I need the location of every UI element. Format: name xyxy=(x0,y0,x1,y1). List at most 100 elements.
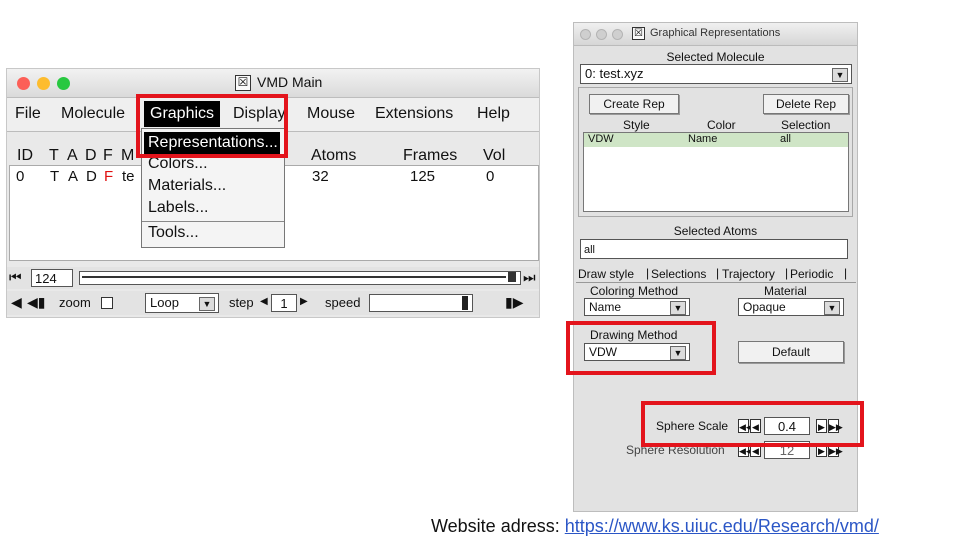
playback-controls: ◀ ◀▮ zoom Loop ▼ step ◀ 1 ▶ speed ▮▶ xyxy=(7,291,539,315)
molecule-select[interactable]: 0: test.xyz ▼ xyxy=(580,64,852,84)
rep-selection: all xyxy=(780,133,792,145)
menu-mouse[interactable]: Mouse xyxy=(307,105,355,123)
col-frames: Frames xyxy=(403,147,458,164)
maximize-window-button[interactable] xyxy=(57,77,70,90)
menu-molecule[interactable]: Molecule xyxy=(61,105,125,123)
row-flag-f[interactable]: F xyxy=(104,168,113,185)
material-select[interactable]: Opaque ▼ xyxy=(738,298,844,316)
col-style: Style xyxy=(623,118,650,132)
col-vol: Vol xyxy=(483,147,506,164)
col-flag-f: F xyxy=(103,147,113,164)
maximize-window-button[interactable] xyxy=(612,29,623,40)
row-flag-t[interactable]: T xyxy=(50,168,59,185)
default-button[interactable]: Default xyxy=(738,341,844,363)
chevron-down-icon: ▼ xyxy=(824,301,840,315)
menu-help[interactable]: Help xyxy=(477,105,510,123)
col-atoms: Atoms xyxy=(311,147,357,164)
col-flag-t: T xyxy=(49,147,59,164)
col-flag-a: A xyxy=(67,147,78,164)
zoom-checkbox[interactable] xyxy=(101,297,113,309)
window-title: VMD Main xyxy=(257,74,323,90)
menu-separator xyxy=(142,221,284,222)
slider-handle[interactable] xyxy=(508,272,516,282)
highlight-drawing-method xyxy=(566,321,716,375)
jump-end-icon[interactable]: ⏭ xyxy=(523,268,536,286)
step-forward-icon[interactable]: ▮▶ xyxy=(505,293,523,311)
rep-color: Name xyxy=(688,133,718,145)
chevron-down-icon: ▼ xyxy=(832,68,848,82)
col-id: ID xyxy=(17,147,33,164)
reps-list[interactable]: VDW Name all xyxy=(583,132,849,212)
row-vol: 0 xyxy=(486,168,495,185)
row-atoms: 32 xyxy=(312,168,329,185)
menu-item-labels[interactable]: Labels... xyxy=(148,199,208,217)
tab-draw-style[interactable]: Draw style xyxy=(578,267,634,281)
selected-atoms-label: Selected Atoms xyxy=(673,224,758,238)
website-caption-prefix: Website adress: xyxy=(431,516,565,536)
minimize-window-button[interactable] xyxy=(37,77,50,90)
row-id: 0 xyxy=(16,168,25,185)
rep-style: VDW xyxy=(588,133,614,145)
row-molecule-name[interactable]: te xyxy=(122,168,135,185)
menu-file[interactable]: File xyxy=(15,105,41,123)
tab-periodic[interactable]: Periodic xyxy=(790,267,833,281)
chevron-down-icon: ▼ xyxy=(670,301,686,315)
material-label: Material xyxy=(764,284,807,298)
col-flag-d: D xyxy=(85,147,97,164)
close-window-button[interactable] xyxy=(580,29,591,40)
rep-window-title: Graphical Representations xyxy=(650,27,781,39)
zoom-label: zoom xyxy=(59,295,91,310)
tab-divider: | xyxy=(646,266,650,280)
col-flag-m: M xyxy=(121,147,135,164)
play-reverse-icon[interactable]: ◀ xyxy=(11,293,22,311)
frame-slider-row: ⏮ 124 ⏭ xyxy=(7,267,539,289)
tab-selections[interactable]: Selections xyxy=(651,267,706,281)
menu-extensions[interactable]: Extensions xyxy=(375,105,453,123)
speed-label: speed xyxy=(325,295,361,310)
selected-atoms-input[interactable]: all xyxy=(580,239,848,259)
step-label: step xyxy=(229,295,254,310)
highlight-graphics-menu xyxy=(136,94,288,158)
chevron-down-icon: ▼ xyxy=(199,297,215,311)
col-selection: Selection xyxy=(781,118,831,132)
step-input[interactable]: 1 xyxy=(271,294,297,312)
x11-icon: ☒ xyxy=(235,75,251,91)
selected-molecule-label: Selected Molecule xyxy=(666,50,765,64)
delete-rep-button[interactable]: Delete Rep xyxy=(763,94,849,114)
jump-start-icon[interactable]: ⏮ xyxy=(9,268,22,286)
frame-input[interactable]: 124 xyxy=(31,269,73,287)
step-back-icon[interactable]: ◀▮ xyxy=(27,293,45,311)
create-rep-button[interactable]: Create Rep xyxy=(589,94,679,114)
minimize-window-button[interactable] xyxy=(596,29,607,40)
coloring-method-value: Name xyxy=(589,300,622,314)
row-flag-d[interactable]: D xyxy=(86,168,97,185)
speed-handle[interactable] xyxy=(462,296,468,310)
loop-select[interactable]: Loop ▼ xyxy=(145,293,219,313)
coloring-method-label: Coloring Method xyxy=(590,284,679,298)
row-flag-a[interactable]: A xyxy=(68,168,78,185)
website-link[interactable]: https://www.ks.uiuc.edu/Research/vmd/ xyxy=(565,516,879,536)
tab-trajectory[interactable]: Trajectory xyxy=(722,267,775,281)
step-decrease-icon[interactable]: ◀ xyxy=(260,293,268,311)
tab-divider: | xyxy=(785,266,789,280)
tab-divider: | xyxy=(844,266,848,280)
rep-titlebar[interactable]: ☒ Graphical Representations xyxy=(574,23,857,46)
close-window-button[interactable] xyxy=(17,77,30,90)
molecule-value: 0: test.xyz xyxy=(585,66,644,81)
x11-icon: ☒ xyxy=(632,27,645,40)
step-increase-icon[interactable]: ▶ xyxy=(300,293,308,311)
rep-row-selected[interactable]: VDW Name all xyxy=(584,133,848,147)
menu-item-materials[interactable]: Materials... xyxy=(148,177,226,195)
row-frames: 125 xyxy=(410,168,436,185)
highlight-sphere-scale xyxy=(641,401,864,447)
slider-track xyxy=(82,276,506,278)
loop-value: Loop xyxy=(150,295,179,310)
menu-item-tools[interactable]: Tools... xyxy=(148,224,199,242)
website-caption: Website adress: https://www.ks.uiuc.edu/… xyxy=(431,516,879,537)
material-value: Opaque xyxy=(743,300,786,314)
col-color: Color xyxy=(707,118,736,132)
coloring-method-select[interactable]: Name ▼ xyxy=(584,298,690,316)
tab-bar: Draw style | Selections | Trajectory | P… xyxy=(576,266,856,283)
frame-slider[interactable] xyxy=(79,271,521,285)
speed-slider[interactable] xyxy=(369,294,473,312)
